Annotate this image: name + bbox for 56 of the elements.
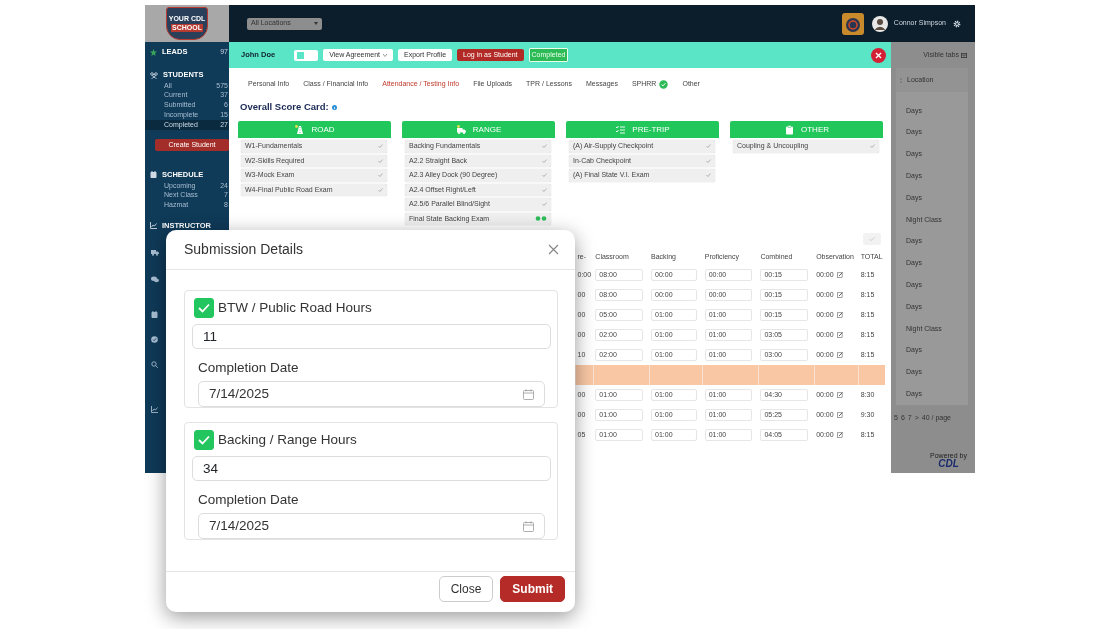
chart-icon — [150, 221, 157, 229]
calendar-icon — [523, 520, 534, 532]
hours-input[interactable]: 34 — [192, 456, 551, 481]
edit-icon — [836, 272, 843, 278]
table-icon — [961, 52, 967, 58]
edit-icon — [836, 392, 843, 398]
close-button[interactable] — [871, 47, 886, 63]
field-label: BTW / Public Road Hours — [218, 298, 372, 317]
close-button[interactable]: Close — [438, 575, 494, 602]
field-label: Completion Date — [198, 491, 300, 509]
checklist-icon — [615, 124, 627, 135]
edit-icon — [836, 352, 843, 358]
caret-icon — [314, 22, 318, 25]
field-label: Completion Date — [198, 359, 300, 377]
caret-icon — [383, 53, 388, 57]
scorecard-title: Overall Score Card: — [240, 99, 329, 114]
close-icon — [548, 244, 559, 255]
field-label: Backing / Range Hours — [218, 430, 357, 449]
checkbox[interactable] — [194, 430, 214, 450]
info-icon — [331, 104, 337, 110]
chart-icon — [151, 406, 158, 414]
avatar-icon — [871, 15, 888, 32]
confirm-button[interactable] — [863, 233, 881, 245]
settings-icon — [953, 19, 961, 28]
truck-icon — [455, 124, 467, 135]
close-icon — [875, 51, 882, 59]
chat-icon — [151, 276, 159, 284]
edit-icon — [836, 332, 843, 338]
search-icon — [151, 361, 158, 369]
road-icon — [294, 124, 306, 135]
truck-icon — [151, 249, 159, 257]
timer-logo-icon — [841, 12, 864, 35]
submit-button[interactable]: Submit — [500, 575, 565, 602]
category-header: ROAD — [238, 121, 391, 138]
edit-icon — [836, 312, 843, 318]
star-icon — [150, 48, 157, 56]
edit-icon — [836, 412, 843, 418]
modal-title: Submission Details — [184, 240, 304, 259]
checkbox[interactable] — [194, 298, 214, 318]
check-icon — [198, 435, 210, 445]
calendar-icon — [150, 171, 157, 179]
date-field[interactable]: 7/14/2025 — [198, 381, 545, 407]
color-select[interactable] — [294, 49, 319, 61]
hours-input[interactable]: 11 — [192, 324, 551, 349]
calendar-icon — [523, 388, 534, 400]
calendar-icon — [151, 311, 158, 319]
edit-icon — [836, 432, 843, 438]
category-header: OTHER — [730, 121, 883, 138]
category-header: PRE-TRIP — [566, 121, 719, 138]
category-header: RANGE — [402, 121, 555, 138]
check-circle-icon — [151, 336, 158, 344]
edit-icon — [836, 292, 843, 298]
date-field[interactable]: 7/14/2025 — [198, 513, 545, 539]
check-icon — [198, 303, 210, 313]
users-icon — [150, 71, 158, 79]
clipboard-icon — [784, 124, 795, 135]
